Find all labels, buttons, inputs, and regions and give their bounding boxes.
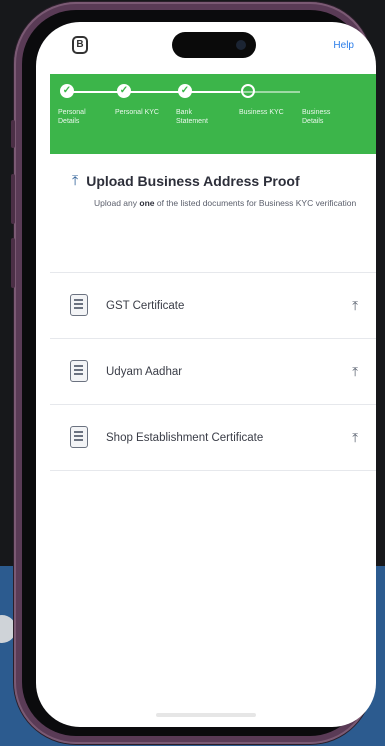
check-icon: ✓: [178, 84, 192, 98]
help-link[interactable]: Help: [333, 40, 354, 51]
check-icon: ✓: [60, 84, 74, 98]
document-name: Shop Establishment Certificate: [106, 431, 264, 444]
document-icon: [70, 360, 88, 382]
step-label: Business Details: [302, 109, 331, 125]
subtitle-suffix: of the listed documents for Business KYC…: [154, 198, 357, 208]
step-indicator-current: [241, 84, 255, 98]
phone-volume-up-button: [11, 174, 15, 224]
upload-icon[interactable]: ⤒: [352, 364, 358, 380]
app-logo: B: [72, 36, 88, 54]
section-title: Upload Business Address Proof: [86, 172, 300, 189]
kyc-progress-stepper: ✓ ✓ ✓ Personal Details Personal KYC Bank…: [50, 74, 376, 154]
document-row-gst[interactable]: GST Certificate ⤒: [50, 273, 376, 339]
document-list: GST Certificate ⤒ Udyam Aadhar ⤒ Shop Es…: [50, 272, 376, 471]
phone-frame: B Help ✓ ✓ ✓ Personal Details Personal K…: [11, 2, 376, 744]
document-name: GST Certificate: [106, 299, 185, 312]
upload-icon[interactable]: ⤒: [352, 430, 358, 446]
section-subtitle: Upload any one of the listed documents f…: [94, 196, 364, 210]
document-row-shop[interactable]: Shop Establishment Certificate ⤒: [50, 405, 376, 471]
subtitle-prefix: Upload any: [94, 198, 140, 208]
phone-mute-button: [11, 120, 15, 148]
step-label: Personal KYC: [115, 109, 159, 116]
progress-track-complete: [66, 91, 240, 93]
document-row-udyam[interactable]: Udyam Aadhar ⤒: [50, 339, 376, 405]
upload-icon[interactable]: ⤒: [352, 298, 358, 314]
document-icon: [70, 294, 88, 316]
upload-icon: ⤒: [72, 172, 79, 188]
step-label: Bank Statement: [176, 109, 208, 125]
document-name: Udyam Aadhar: [106, 365, 183, 378]
app-screen: B Help ✓ ✓ ✓ Personal Details Personal K…: [36, 22, 376, 727]
document-icon: [70, 426, 88, 448]
app-header: B Help: [36, 22, 376, 72]
subtitle-emphasis: one: [139, 198, 155, 208]
phone-volume-down-button: [11, 238, 15, 288]
step-label: Business KYC: [239, 109, 284, 116]
step-label: Personal Details: [58, 109, 86, 125]
section-title-row: ⤒ Upload Business Address Proof: [72, 172, 300, 189]
check-icon: ✓: [117, 84, 131, 98]
home-indicator[interactable]: [156, 713, 256, 717]
